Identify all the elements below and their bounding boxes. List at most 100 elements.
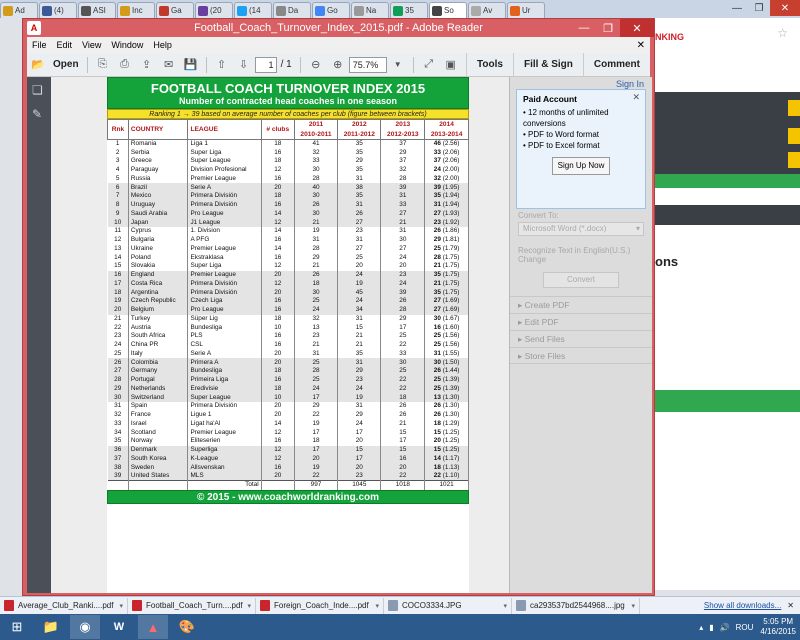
share-icon[interactable]: ⇪ <box>139 57 155 73</box>
total-cell: 1018 <box>380 480 426 490</box>
table-cell: China PR <box>128 340 189 350</box>
browser-tab[interactable]: Da <box>273 2 311 18</box>
open-button[interactable]: Open <box>49 59 83 70</box>
browser-tab[interactable]: (4) <box>39 2 77 18</box>
table-cell: Primera División <box>187 288 262 297</box>
zoom-in-icon[interactable]: ⊕ <box>330 57 346 73</box>
maximize-icon[interactable]: ❐ <box>748 0 770 16</box>
table-cell: 31 <box>337 235 382 245</box>
convert-format-select[interactable]: Microsoft Word (*.docx) ▾ <box>518 222 644 236</box>
menu-edit[interactable]: Edit <box>52 40 78 50</box>
sign-in-link[interactable]: Sign In <box>510 77 652 89</box>
table-cell-2014: 16 (1.60) <box>424 323 469 332</box>
paint-icon[interactable]: 🎨 <box>172 615 202 639</box>
volume-icon[interactable]: 🔊 <box>720 623 730 632</box>
comment-button[interactable]: Comment <box>582 52 650 77</box>
read-mode-icon[interactable]: ▣ <box>443 57 459 73</box>
sign-up-button[interactable]: Sign Up Now <box>552 157 610 175</box>
maximize-icon[interactable]: ❐ <box>596 19 620 37</box>
table-cell-2014: 26 (1.44) <box>424 367 469 376</box>
download-item[interactable]: ca293537bd2544968....jpg ▾ <box>512 597 640 614</box>
section-create-pdf[interactable]: Create PDF <box>510 296 652 313</box>
network-icon[interactable]: ▮ <box>709 623 713 632</box>
file-explorer-icon[interactable]: 📁 <box>36 615 66 639</box>
browser-tab[interactable]: Na <box>351 2 389 18</box>
table-cell: Italy <box>128 349 189 359</box>
windows-start-icon[interactable]: ⊞ <box>2 615 32 639</box>
minimize-icon[interactable]: — <box>572 19 596 37</box>
chrome-icon[interactable]: ◉ <box>70 615 100 639</box>
chevron-down-icon[interactable]: ▾ <box>247 602 251 610</box>
show-all-downloads-link[interactable]: Show all downloads... <box>704 601 787 610</box>
browser-tab[interactable]: 35 <box>390 2 428 18</box>
table-cell: 21 <box>380 419 426 429</box>
table-cell: United States <box>128 472 189 481</box>
menu-help[interactable]: Help <box>148 40 177 50</box>
table-cell: 35 <box>337 148 382 157</box>
browser-tab[interactable]: Ad <box>0 2 38 18</box>
adobe-reader-taskbar-icon[interactable]: ▲ <box>138 615 168 639</box>
table-cell: Superliga <box>187 445 262 455</box>
fill-sign-button[interactable]: Fill & Sign <box>512 52 583 77</box>
minimize-icon[interactable]: — <box>726 0 748 16</box>
download-item[interactable]: COCO3334.JPG ▾ <box>384 597 512 614</box>
table-cell-2014: 28 (1.75) <box>424 253 469 262</box>
close-document-icon[interactable]: ✕ <box>632 40 650 51</box>
average-per-club: (1.75) <box>442 253 460 261</box>
browser-tab[interactable]: So <box>429 2 467 18</box>
browser-tab[interactable]: Ga <box>156 2 194 18</box>
close-icon[interactable]: ✕ <box>787 601 800 610</box>
folder-open-icon[interactable]: 📂 <box>30 57 46 73</box>
table-cell: 28 <box>107 375 129 385</box>
browser-tab[interactable]: Ur <box>507 2 545 18</box>
page-number-input[interactable]: 1 <box>254 56 277 73</box>
table-cell: Greece <box>128 157 189 166</box>
download-item[interactable]: Foreign_Coach_Inde....pdf ▾ <box>256 597 384 614</box>
download-item[interactable]: Average_Club_Ranki....pdf ▾ <box>0 597 128 614</box>
browser-tab[interactable]: Inc <box>117 2 155 18</box>
email-icon[interactable]: ✉ <box>161 57 177 73</box>
bookmark-star-icon[interactable]: ☆ <box>777 26 788 40</box>
chevron-down-icon[interactable]: ▾ <box>375 602 379 610</box>
previous-page-icon[interactable]: ⇧ <box>214 57 230 73</box>
section-edit-pdf[interactable]: Edit PDF <box>510 313 652 330</box>
col-season-3: 2012-2013 <box>380 129 426 140</box>
table-cell: 16 <box>261 375 295 385</box>
zoom-out-icon[interactable]: ⊖ <box>308 57 324 73</box>
language-indicator[interactable]: ROU <box>736 623 754 632</box>
chevron-down-icon[interactable]: ▾ <box>503 602 507 610</box>
close-icon[interactable]: ✕ <box>770 0 800 16</box>
menu-window[interactable]: Window <box>106 40 148 50</box>
zoom-dropdown-icon[interactable]: ▼ <box>390 57 406 73</box>
section-store-files[interactable]: Store Files <box>510 347 652 364</box>
menu-file[interactable]: File <box>27 40 52 50</box>
chevron-down-icon[interactable]: ▾ <box>631 602 635 610</box>
word-icon[interactable]: W <box>104 615 134 639</box>
average-per-club: (1.81) <box>442 236 460 244</box>
print-icon[interactable]: ⎙ <box>117 57 133 73</box>
table-row: 23 South Africa PLS 16 23 21 25 25 (1.56) <box>107 332 469 341</box>
browser-tab[interactable]: Go <box>312 2 350 18</box>
fit-page-icon[interactable]: ⤢ <box>421 57 437 73</box>
close-icon[interactable]: ✕ <box>632 92 640 103</box>
tray-up-icon[interactable]: ▴ <box>699 623 703 632</box>
browser-tab[interactable]: ASI <box>78 2 116 18</box>
browser-tab[interactable]: (14 <box>234 2 272 18</box>
clock[interactable]: 5:05 PM 4/16/2015 <box>760 617 796 637</box>
save-icon[interactable]: 💾 <box>183 57 199 73</box>
zoom-level-select[interactable]: 75.7% <box>348 56 387 73</box>
download-item[interactable]: Football_Coach_Turn....pdf ▾ <box>128 597 256 614</box>
close-icon[interactable]: ✕ <box>620 19 654 37</box>
section-send-files[interactable]: Send Files <box>510 330 652 347</box>
next-page-icon[interactable]: ⇩ <box>236 57 252 73</box>
browser-tab[interactable]: Av <box>468 2 506 18</box>
pages-thumbnail-icon[interactable]: ❏ <box>32 83 46 97</box>
change-link[interactable]: Change <box>510 255 652 264</box>
signature-pen-icon[interactable]: ✎ <box>32 107 46 121</box>
browser-tab[interactable]: (20 <box>195 2 233 18</box>
menu-view[interactable]: View <box>77 40 106 50</box>
chevron-down-icon[interactable]: ▾ <box>119 602 123 610</box>
create-pdf-icon[interactable]: ⎘ <box>95 57 111 73</box>
tools-button[interactable]: Tools <box>466 52 513 77</box>
convert-button[interactable]: Convert <box>543 272 619 288</box>
